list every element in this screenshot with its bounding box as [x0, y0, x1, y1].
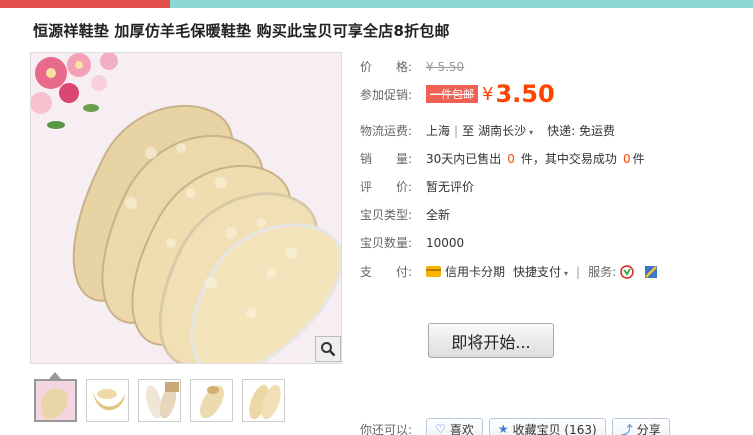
rating-label: 评 价: [360, 180, 413, 194]
promo-row: 参加促销: 一件包邮 ¥ 3.50 [360, 80, 555, 108]
promo-label: 参加促销: [360, 87, 413, 102]
magnifier-icon [321, 342, 336, 357]
product-main-image[interactable] [30, 52, 342, 364]
chevron-down-icon: ▾ [564, 269, 569, 278]
type-value: 全新 [426, 208, 451, 222]
shipping-destination: 湖南长沙 [478, 124, 527, 138]
share-icon: ⤴ [620, 422, 633, 435]
sales-label: 销 量: [360, 152, 413, 166]
sales-text-2: 件，其中交易成功 [520, 152, 617, 166]
price-row: 价 格: ¥ 5.50 [360, 58, 464, 75]
thumbnail-3[interactable] [138, 379, 181, 422]
thumbnail-4[interactable] [190, 379, 233, 422]
like-button[interactable]: ♡ 喜欢 [426, 418, 483, 435]
thumbnail-caret [49, 372, 61, 379]
type-row: 宝贝类型: 全新 [360, 206, 450, 223]
share-button[interactable]: ⤴ 分享 [611, 418, 670, 435]
product-title: 恒源祥鞋垫 加厚仿羊毛保暖鞋垫 购买此宝贝可享全店8折包邮 [33, 22, 450, 40]
quick-pay-select[interactable]: 快捷支付 ▾ [513, 263, 568, 280]
chevron-down-icon: ▾ [529, 128, 534, 137]
thumbnail-1[interactable] [34, 379, 77, 422]
shipping-from: 上海 [426, 124, 451, 138]
top-color-bar [0, 0, 753, 8]
buy-button[interactable]: 即将开始... [428, 323, 554, 358]
quality-icon[interactable] [644, 265, 658, 279]
type-label: 宝贝类型: [360, 208, 413, 222]
payment-divider: | [576, 264, 581, 279]
price-label: 价 格: [360, 60, 413, 74]
like-label: 喜欢 [449, 422, 474, 435]
courier-info: 快递: 免运费 [547, 124, 615, 138]
insoles-photo [31, 53, 341, 363]
sales-text-1: 30天内已售出 [426, 152, 502, 166]
star-icon: ★ [497, 422, 509, 435]
credit-installment-link[interactable]: 信用卡分期 [445, 263, 505, 280]
collect-label: 收藏宝贝 (163) [512, 422, 597, 435]
thumbnail-strip [34, 379, 285, 422]
payment-label: 支 付: [360, 265, 413, 279]
credit-card-icon [426, 266, 441, 277]
promo-price: 3.50 [495, 80, 555, 108]
payment-row: 支 付: 信用卡分期 快捷支付 ▾ | 服务: [360, 263, 658, 280]
promo-badge[interactable]: 一件包邮 [426, 85, 478, 103]
shipping-label: 物流运费: [360, 124, 413, 138]
rating-row: 评 价: 暂无评价 [360, 178, 474, 195]
actions-label: 你还可以: [360, 422, 413, 435]
heart-icon: ♡ [435, 422, 446, 435]
success-count: 0 [622, 151, 631, 166]
quantity-label: 宝贝数量: [360, 236, 413, 250]
thumbnail-2[interactable] [86, 379, 129, 422]
shipping-separator: | [454, 123, 459, 138]
original-price: ¥ 5.50 [426, 59, 465, 74]
quantity-value: 10000 [426, 235, 465, 250]
service-label: 服务: [588, 265, 617, 279]
thumbnail-5[interactable] [242, 379, 285, 422]
zoom-button[interactable] [315, 336, 341, 362]
sales-count: 0 [507, 151, 515, 166]
promo-currency: ¥ [482, 83, 494, 105]
shipping-row: 物流运费: 上海 | 至 湖南长沙 ▾ 快递: 免运费 [360, 122, 615, 139]
top-bar-segment-teal [170, 0, 753, 8]
shipping-destination-select[interactable]: 湖南长沙 ▾ [478, 122, 533, 139]
shipping-to-prefix: 至 [462, 124, 475, 138]
actions-row: 你还可以: ♡ 喜欢 ★ 收藏宝贝 (163) ⤴ 分享 [360, 418, 670, 435]
collect-button[interactable]: ★ 收藏宝贝 (163) [488, 418, 606, 435]
sales-row: 销 量: 30天内已售出 0 件，其中交易成功 0 件 [360, 150, 645, 167]
quantity-row: 宝贝数量: 10000 [360, 234, 464, 251]
sales-text-3: 件 [632, 152, 645, 166]
rating-value: 暂无评价 [426, 180, 475, 194]
tmall-guarantee-icon[interactable] [620, 264, 634, 279]
share-label: 分享 [636, 422, 661, 435]
top-bar-segment-red [0, 0, 170, 8]
quick-pay-label: 快捷支付 [513, 265, 562, 279]
